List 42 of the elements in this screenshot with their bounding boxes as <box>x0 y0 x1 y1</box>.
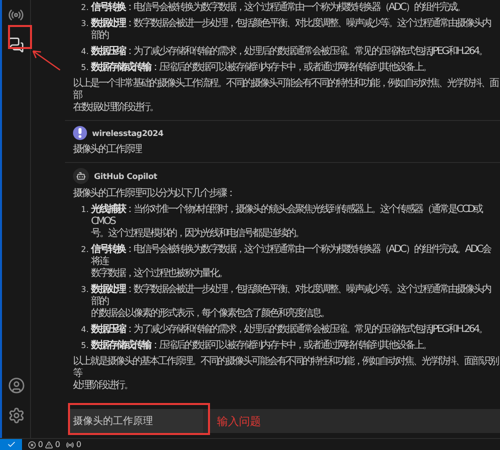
message-text: 摄像头的工作原理可以分为以下几个步骤： <box>73 188 236 200</box>
list-number: 2. <box>81 2 90 14</box>
error-icon <box>28 440 36 448</box>
account-icon <box>8 376 24 394</box>
broadcast-icon <box>8 7 24 23</box>
annotation-label: 输入问题 <box>217 414 261 428</box>
list-number: 1. <box>81 204 90 216</box>
list-number: 5. <box>81 340 90 352</box>
list-number: 3. <box>81 284 90 296</box>
warning-icon <box>45 440 54 448</box>
list-item-text: 数据存储或传输：压缩后的数据可以被存储到内存卡中，或者通过网络传输到其他设备上。 <box>91 62 432 74</box>
list-number: 4. <box>81 46 90 58</box>
list-item-text: 数据存储或传输：压缩后的数据可以被存储到内存卡中，或者通过网络传输到其他设备上。 <box>91 340 432 352</box>
list-item-text: 信号转换：电信号会被转换为数字数据，这个过程通常由一个称为模数转换器（ADC）的组件完成。 <box>91 2 466 14</box>
ports-icon <box>66 440 74 448</box>
ports-count: 0 <box>76 440 82 449</box>
check-icon <box>6 440 16 449</box>
list-item-text: 信号转换：电信号会被转换为数字数据，这个过程通常由一个称为模数转换器（ADC）的组件完成。ADC会将连 数字数据，这个过程也被称为量化。 <box>91 244 492 280</box>
list-number: 4. <box>81 324 90 336</box>
warning-count: 0 <box>55 440 60 449</box>
list-number: 2. <box>81 244 90 256</box>
list-number: 5. <box>81 62 90 74</box>
list-item-text: 数据压缩：为了减少存储和传输的需求，处理后的数据通常会被压缩。常见的压缩格式包括JPEG和H.264。 <box>91 324 488 336</box>
author-name: wirelesstag2024 <box>92 128 164 138</box>
list-item-text: 数据处理：数字数据会被进一步处理，包括颜色平衡、对比度调整、噪声减少等。这个过程通常由摄像头内部的 的数据会以像素的形式表示，每个像素包含了颜色和亮度信息。 <box>91 284 492 320</box>
remote-button[interactable] <box>0 438 22 450</box>
highlight-box <box>8 25 32 49</box>
error-count: 0 <box>38 440 44 449</box>
message-text: 以上就是摄像头的基本工作原理。不同的摄像头可能会有不同的特性和功能，例如自动对焦、光学防抖、面部识别等 处理阶段进行。 <box>73 356 498 392</box>
message-text: 以上是一个非常基础的摄像头工作流程。不同的摄像头可能会有不同的特性和功能，例如自动对焦、光学防抖、面部 在数据处理阶段进行。 <box>73 78 498 114</box>
annotation-arrow <box>30 48 62 72</box>
list-item-text: 光线捕获：当你对准一个物体拍照时，摄像头的镜头会聚焦光线到传感器上。这个传感器（通常是CCD或CMOS 号。这个过程是模拟的，因为光线和电信号都是连续的。 <box>91 204 484 240</box>
copilot-icon <box>73 168 89 184</box>
chat-icon <box>8 37 24 53</box>
settings-icon <box>8 406 24 424</box>
avatar <box>73 126 87 140</box>
list-item-text: 数据处理：数字数据会被进一步处理，包括颜色平衡、对比度调整、噪声减少等。这个过程通常由摄像头内部的 <box>91 18 492 42</box>
message-text: 摄像头的工作原理 <box>73 144 142 156</box>
author-name: GitHub Copilot <box>94 172 158 180</box>
list-number: 3. <box>81 18 90 30</box>
chat-input[interactable]: 摄像头的工作原理 <box>69 409 203 433</box>
list-item-text: 数据压缩：为了减少存储和传输的需求，处理后的数据通常会被压缩。常见的压缩格式包括JPEG和H.264。 <box>91 46 488 58</box>
